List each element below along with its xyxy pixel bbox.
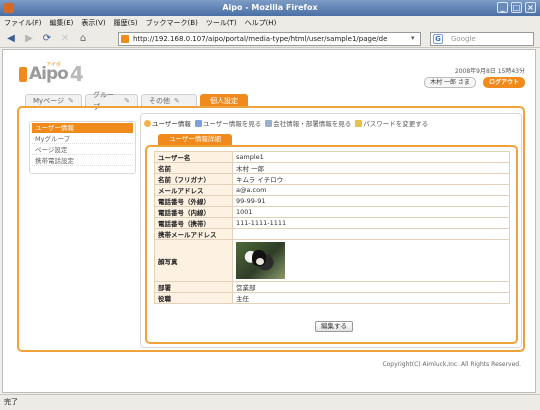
card-icon xyxy=(194,119,202,127)
row-value: 主任 xyxy=(232,292,510,304)
menu-file[interactable]: ファイル(F) xyxy=(4,18,42,28)
row-value: sample1 xyxy=(232,151,510,163)
user-info-table: ユーザー名 sample1 名前 木村 一郎 名前（フリガナ） キムラ イチロウ メー… xyxy=(154,151,510,304)
row-value: 営業部 xyxy=(232,281,510,293)
status-text: 完了 xyxy=(4,398,18,406)
sub-navigation: ユーザー情報 ユーザー情報を見る 会社情報・部署情報を見る パスワードを変更する xyxy=(144,118,432,128)
edit-button[interactable]: 編集する xyxy=(315,321,353,332)
table-row: 携帯メールアドレス xyxy=(154,228,510,240)
menu-tools[interactable]: ツール(T) xyxy=(206,18,237,28)
subnav-label: パスワードを変更する xyxy=(363,120,429,128)
content-panel: ユーザー情報 ユーザー情報を見る 会社情報・部署情報を見る パスワードを変更する… xyxy=(140,113,522,348)
navigation-toolbar: ◀ ▶ ⟳ ✕ ⌂ http://192.168.0.107/aipo/port… xyxy=(0,30,540,48)
table-row: 名前（フリガナ） キムラ イチロウ xyxy=(154,173,510,185)
row-key: 部署 xyxy=(154,281,233,293)
menu-bookmarks[interactable]: ブックマーク(B) xyxy=(146,18,198,28)
google-search-icon[interactable]: G xyxy=(433,34,443,44)
row-key: 電話番号（内線） xyxy=(154,206,233,218)
current-date: 2008年9月8日 15時43分 xyxy=(454,68,525,75)
table-row: メールアドレス a@a.com xyxy=(154,184,510,196)
maximize-icon[interactable]: □ xyxy=(511,2,522,13)
main-panel: ユーザー情報 Myグループ ページ設定 携帯電話設定 ユーザー情報 ユーザー情報… xyxy=(17,106,525,352)
lock-icon xyxy=(355,119,363,127)
url-dropdown-icon[interactable]: ▾ xyxy=(411,34,415,42)
table-row: 名前 木村 一郎 xyxy=(154,162,510,174)
site-favicon xyxy=(121,35,129,43)
subnav-view-user-info[interactable]: ユーザー情報を見る xyxy=(194,118,262,128)
status-bar: 完了 xyxy=(0,394,540,410)
reload-icon[interactable]: ⟳ xyxy=(40,32,54,46)
menubar: ファイル(F) 編集(E) 表示(V) 履歴(S) ブックマーク(B) ツール(… xyxy=(0,16,540,30)
url-text: http://192.168.0.107/aipo/portal/media-t… xyxy=(133,35,388,43)
row-value: a@a.com xyxy=(232,184,510,196)
row-value: 1001 xyxy=(232,206,510,218)
table-row: 部署 営業部 xyxy=(154,281,510,293)
row-key: 名前 xyxy=(154,162,233,174)
logo-version: 4 xyxy=(69,62,84,86)
subnav-change-password[interactable]: パスワードを変更する xyxy=(355,118,428,128)
menu-help[interactable]: ヘルプ(H) xyxy=(245,18,277,28)
back-icon[interactable]: ◀ xyxy=(4,32,18,46)
left-menu-user-info[interactable]: ユーザー情報 xyxy=(32,123,133,133)
user-detail-box: ユーザー名 sample1 名前 木村 一郎 名前（フリガナ） キムラ イチロウ メー… xyxy=(145,145,518,344)
row-key: 電話番号（携帯） xyxy=(154,217,233,229)
home-icon[interactable]: ⌂ xyxy=(76,32,90,46)
window-title: Aipo - Mozilla Firefox xyxy=(222,3,318,12)
window-titlebar: Aipo - Mozilla Firefox _ □ × xyxy=(0,0,540,16)
subnav-label: 会社情報・部署情報を見る xyxy=(273,120,352,128)
stop-icon[interactable]: ✕ xyxy=(58,32,72,46)
row-value: キムラ イチロウ xyxy=(232,173,510,185)
row-value: 111-1111-1111 xyxy=(232,217,510,229)
subnav-label: ユーザー情報 xyxy=(152,120,191,128)
page-content: Aipo 4 アイポ 2008年9月8日 15時43分 木村 一郎 さま ログア… xyxy=(2,49,536,393)
table-row: 顔写真 xyxy=(154,239,510,282)
row-key: 顔写真 xyxy=(154,239,233,282)
search-placeholder: Google xyxy=(451,35,476,43)
row-value xyxy=(232,228,510,240)
menu-history[interactable]: 履歴(S) xyxy=(114,18,138,28)
forward-icon[interactable]: ▶ xyxy=(22,32,36,46)
copyright: Copyright(C) Aimluck,Inc. All Rights Res… xyxy=(382,361,521,368)
user-name-button[interactable]: 木村 一郎 さま xyxy=(424,77,476,88)
subnav-label: ユーザー情報を見る xyxy=(202,120,262,128)
row-value xyxy=(232,239,510,282)
row-key: ユーザー名 xyxy=(154,151,233,163)
photo-subject-detail xyxy=(256,258,264,265)
row-key: 携帯メールアドレス xyxy=(154,228,233,240)
row-value: 木村 一郎 xyxy=(232,162,510,174)
close-icon[interactable]: × xyxy=(525,2,536,13)
detail-tab[interactable]: ユーザー情報詳細 xyxy=(158,134,232,145)
row-value: 99-99-91 xyxy=(232,195,510,207)
logo-kana: アイポ xyxy=(46,62,61,68)
table-row: ユーザー名 sample1 xyxy=(154,151,510,163)
table-row: 電話番号（内線） 1001 xyxy=(154,206,510,218)
table-row: 役職 主任 xyxy=(154,292,510,304)
table-row: 電話番号（携帯） 111-1111-1111 xyxy=(154,217,510,229)
left-menu-my-group[interactable]: Myグループ xyxy=(32,134,133,144)
menu-edit[interactable]: 編集(E) xyxy=(50,18,74,28)
user-icon xyxy=(144,119,151,127)
profile-photo xyxy=(236,242,285,279)
left-menu: ユーザー情報 Myグループ ページ設定 携帯電話設定 xyxy=(29,121,136,174)
building-icon xyxy=(265,119,273,127)
left-menu-mobile-settings[interactable]: 携帯電話設定 xyxy=(32,156,133,166)
row-key: 電話番号（外線） xyxy=(154,195,233,207)
row-key: 名前（フリガナ） xyxy=(154,173,233,185)
row-key: メールアドレス xyxy=(154,184,233,196)
firefox-icon xyxy=(4,3,14,13)
table-row: 電話番号（外線） 99-99-91 xyxy=(154,195,510,207)
minimize-icon[interactable]: _ xyxy=(497,2,508,13)
subnav-user-info[interactable]: ユーザー情報 xyxy=(144,118,191,128)
logo-mark xyxy=(19,66,27,82)
subnav-company-info[interactable]: 会社情報・部署情報を見る xyxy=(265,118,351,128)
left-menu-page-settings[interactable]: ページ設定 xyxy=(32,145,133,155)
logout-button[interactable]: ログアウト xyxy=(483,77,525,88)
menu-view[interactable]: 表示(V) xyxy=(81,18,105,28)
row-key: 役職 xyxy=(154,292,233,304)
search-input[interactable]: G Google xyxy=(430,32,534,46)
url-bar[interactable]: http://192.168.0.107/aipo/portal/media-t… xyxy=(118,32,421,46)
aipo-logo[interactable]: Aipo 4 アイポ xyxy=(19,62,84,86)
